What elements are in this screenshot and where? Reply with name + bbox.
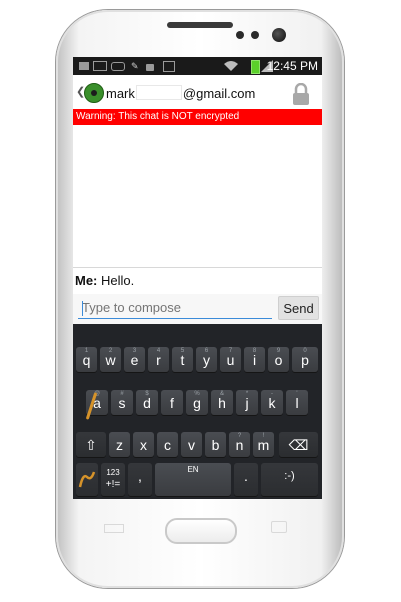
- key-m[interactable]: ! m: [253, 432, 274, 457]
- encryption-warning-banner: Warning: This chat is NOT encrypted: [73, 109, 322, 125]
- text-caret: [82, 301, 83, 316]
- battery-charging-icon: [251, 60, 260, 74]
- chat-header: ❮ mark @gmail.com: [73, 77, 322, 109]
- menu-hardware-key[interactable]: [104, 524, 124, 533]
- key-h[interactable]: & h: [211, 390, 233, 415]
- earpiece-speaker: [167, 22, 233, 28]
- key-n[interactable]: ? n: [229, 432, 250, 457]
- key-b[interactable]: b: [205, 432, 226, 457]
- message-sender: Me:: [75, 273, 98, 288]
- status-bar: ✎ 12:45 PM: [73, 57, 322, 75]
- contact-avatar[interactable]: [84, 83, 104, 103]
- key-j[interactable]: * j: [236, 390, 258, 415]
- contact-prefix: mark: [106, 86, 135, 101]
- key-i[interactable]: 8i: [244, 347, 265, 372]
- lock-icon: [146, 64, 154, 71]
- redacted-block: [135, 85, 182, 100]
- key-p[interactable]: 0p: [292, 347, 318, 372]
- key-l[interactable]: ' l: [286, 390, 308, 415]
- message-text: Hello.: [101, 273, 135, 288]
- key-o[interactable]: 9o: [268, 347, 289, 372]
- key-c[interactable]: c: [157, 432, 178, 457]
- key-z[interactable]: z: [109, 432, 130, 457]
- key-t[interactable]: 5t: [172, 347, 193, 372]
- period-key[interactable]: .: [234, 463, 258, 496]
- swype-logo-key[interactable]: [76, 463, 98, 496]
- send-button[interactable]: Send: [278, 296, 319, 320]
- wifi-icon: [224, 61, 238, 71]
- key-g[interactable]: % g: [186, 390, 208, 415]
- comma-key[interactable]: ,: [128, 463, 152, 496]
- shift-key[interactable]: ⇧: [76, 432, 106, 457]
- chat-history: [73, 125, 322, 268]
- backspace-key[interactable]: ⌫: [279, 432, 318, 457]
- key-s[interactable]: # s: [111, 390, 133, 415]
- key-u[interactable]: 7u: [220, 347, 241, 372]
- key-v[interactable]: v: [181, 432, 202, 457]
- play-store-icon: [163, 61, 175, 72]
- chat-message: Me: Hello.: [75, 273, 134, 288]
- key-k[interactable]: -k: [261, 390, 283, 415]
- unlocked-padlock-icon[interactable]: [291, 83, 311, 105]
- sd-card-icon: [79, 62, 89, 70]
- divider: [73, 267, 322, 268]
- light-sensor: [251, 31, 259, 39]
- contact-suffix: @gmail.com: [182, 86, 256, 101]
- key-y[interactable]: 6y: [196, 347, 217, 372]
- usb-icon: ✎: [131, 61, 139, 71]
- space-key[interactable]: EN: [155, 463, 231, 496]
- compose-bar: Send: [73, 294, 322, 324]
- key-w[interactable]: 2w: [100, 347, 121, 372]
- key-d[interactable]: $ d: [136, 390, 158, 415]
- status-time: 12:45 PM: [266, 59, 318, 73]
- key-q[interactable]: 1q: [76, 347, 97, 372]
- back-hardware-key[interactable]: [271, 521, 287, 533]
- smiley-key[interactable]: :-): [261, 463, 318, 496]
- swype-keyboard: 1q 2w 3e 4r 5t 6y 7u 8i 9o 0p @ a # s $ d f…: [73, 324, 322, 499]
- key-x[interactable]: x: [133, 432, 154, 457]
- contact-name: mark @gmail.com: [106, 85, 255, 101]
- symbols-key[interactable]: 123 +!=: [101, 463, 125, 496]
- key-f[interactable]: f: [161, 390, 183, 415]
- swype-logo-icon: [78, 471, 96, 488]
- voicemail-icon: [111, 62, 125, 71]
- image-icon: [93, 61, 107, 71]
- screen: ✎ 12:45 PM ❮ mark @gmail.com Warning: Thi…: [73, 57, 322, 499]
- key-r[interactable]: 4r: [148, 347, 169, 372]
- compose-input[interactable]: [78, 297, 272, 319]
- home-button[interactable]: [165, 518, 237, 544]
- proximity-sensor: [236, 31, 244, 39]
- key-e[interactable]: 3e: [124, 347, 145, 372]
- presence-dot-icon: [91, 90, 97, 96]
- front-camera: [272, 28, 286, 42]
